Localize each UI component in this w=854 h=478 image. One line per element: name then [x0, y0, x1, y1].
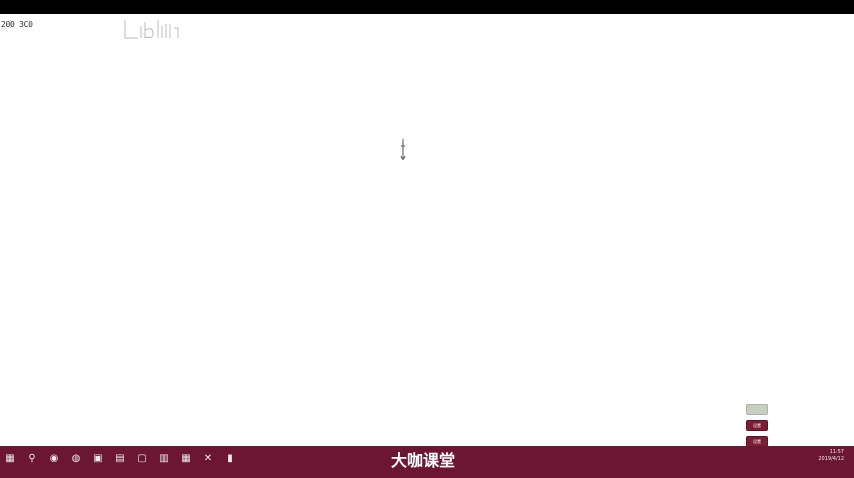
brand-watermark: 大咖课堂 — [391, 425, 455, 470]
screen-icon[interactable]: ▢ — [135, 452, 149, 466]
coordinate-readout: 200 3C0 — [1, 20, 33, 29]
tool-icon[interactable]: ✕ — [201, 452, 215, 466]
brand-watermark-text: 大咖课堂 — [391, 451, 455, 470]
windows-start-icon[interactable]: ▦ — [3, 452, 17, 466]
widget-button-red-1[interactable]: 设置 — [746, 420, 768, 431]
sketch-marks — [124, 20, 179, 39]
search-icon[interactable]: ⚲ — [25, 452, 39, 466]
pen-cursor-icon — [400, 138, 406, 160]
document-icon[interactable]: ▤ — [113, 452, 127, 466]
grid-icon[interactable]: ▦ — [179, 452, 193, 466]
tray-date: 2019/4/12 — [818, 456, 844, 462]
browser-icon[interactable]: ◍ — [69, 452, 83, 466]
text-icon[interactable]: ▮ — [223, 452, 237, 466]
side-widgets: 设置 设置 — [746, 404, 768, 446]
window-top-bar — [0, 0, 854, 14]
folder-icon[interactable]: ▥ — [157, 452, 171, 466]
chrome-icon[interactable]: ◉ — [47, 452, 61, 466]
widget-button-red-2[interactable]: 设置 — [746, 436, 768, 446]
taskbar-icons: ▦ ⚲ ◉ ◍ ▣ ▤ ▢ ▥ ▦ ✕ ▮ — [3, 450, 245, 468]
file-icon[interactable]: ▣ — [91, 452, 105, 466]
widget-button-gray[interactable] — [746, 404, 768, 415]
tray-time: 11:57 — [829, 449, 844, 455]
drawing-canvas[interactable]: 200 3C0 设置 设置 — [0, 14, 854, 446]
system-tray[interactable]: 11:57 2019/4/12 — [818, 449, 844, 463]
